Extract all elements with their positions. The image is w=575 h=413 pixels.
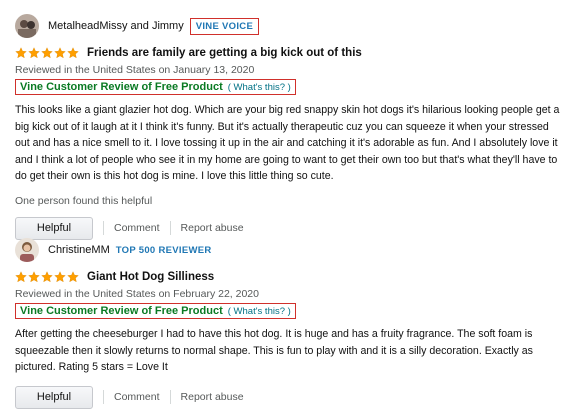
whats-this-link[interactable]: ( What's this? ) xyxy=(228,82,291,93)
avatar[interactable] xyxy=(15,238,39,262)
review-author-row: ChristineMM TOP 500 REVIEWER xyxy=(15,235,563,265)
review-date: Reviewed in the United States on January… xyxy=(15,64,255,76)
star-rating[interactable] xyxy=(15,271,79,283)
review-body: After getting the cheeseburger I had to … xyxy=(15,328,533,373)
review-card: ChristineMM TOP 500 REVIEWER Giant Hot D… xyxy=(15,235,563,409)
helpful-button[interactable]: Helpful xyxy=(15,385,93,409)
review-title[interactable]: Giant Hot Dog Silliness xyxy=(87,271,214,283)
comment-link[interactable]: Comment xyxy=(114,222,160,234)
review-actions: Helpful Comment Report abuse xyxy=(15,385,563,409)
review-card: MetalheadMissy and Jimmy VINE VOICE Frie… xyxy=(15,11,563,240)
star-icon xyxy=(15,271,27,283)
divider xyxy=(169,390,171,404)
vine-review-label: Vine Customer Review of Free Product ( W… xyxy=(15,303,296,319)
review-title-row: Friends are family are getting a big kic… xyxy=(15,45,563,61)
whats-this-link[interactable]: ( What's this? ) xyxy=(228,306,291,317)
review-body: This looks like a giant glazier hot dog.… xyxy=(15,104,560,182)
user-avatar-icon xyxy=(15,14,39,38)
star-icon xyxy=(15,47,27,59)
reviews-page: MetalheadMissy and Jimmy VINE VOICE Frie… xyxy=(0,0,575,413)
review-title-row: Giant Hot Dog Silliness xyxy=(15,269,563,285)
divider xyxy=(103,390,104,404)
report-abuse-link[interactable]: Report abuse xyxy=(181,391,244,403)
vine-label-text: Vine Customer Review of Free Product xyxy=(20,305,223,317)
star-rating[interactable] xyxy=(15,47,79,59)
star-icon xyxy=(54,271,66,283)
star-icon xyxy=(54,47,66,59)
user-avatar-icon xyxy=(15,238,39,262)
star-icon xyxy=(28,47,40,59)
comment-link[interactable]: Comment xyxy=(114,391,160,403)
star-icon xyxy=(41,47,53,59)
star-icon xyxy=(28,271,40,283)
review-title[interactable]: Friends are family are getting a big kic… xyxy=(87,47,362,59)
helpful-count: One person found this helpful xyxy=(15,194,153,207)
vine-label-text: Vine Customer Review of Free Product xyxy=(20,81,223,93)
report-abuse-link[interactable]: Report abuse xyxy=(181,222,244,234)
divider xyxy=(103,221,104,235)
vine-voice-badge: VINE VOICE xyxy=(189,17,260,35)
avatar[interactable] xyxy=(15,14,39,38)
star-icon xyxy=(41,271,53,283)
vine-review-label: Vine Customer Review of Free Product ( W… xyxy=(15,79,296,95)
star-icon xyxy=(67,47,79,59)
review-date: Reviewed in the United States on Februar… xyxy=(15,288,259,300)
review-author-row: MetalheadMissy and Jimmy VINE VOICE xyxy=(15,11,563,41)
reviewer-name[interactable]: ChristineMM xyxy=(48,244,110,256)
star-icon xyxy=(67,271,79,283)
top-reviewer-badge: TOP 500 REVIEWER xyxy=(115,244,212,256)
divider xyxy=(169,221,171,235)
reviewer-name[interactable]: MetalheadMissy and Jimmy xyxy=(48,20,184,32)
